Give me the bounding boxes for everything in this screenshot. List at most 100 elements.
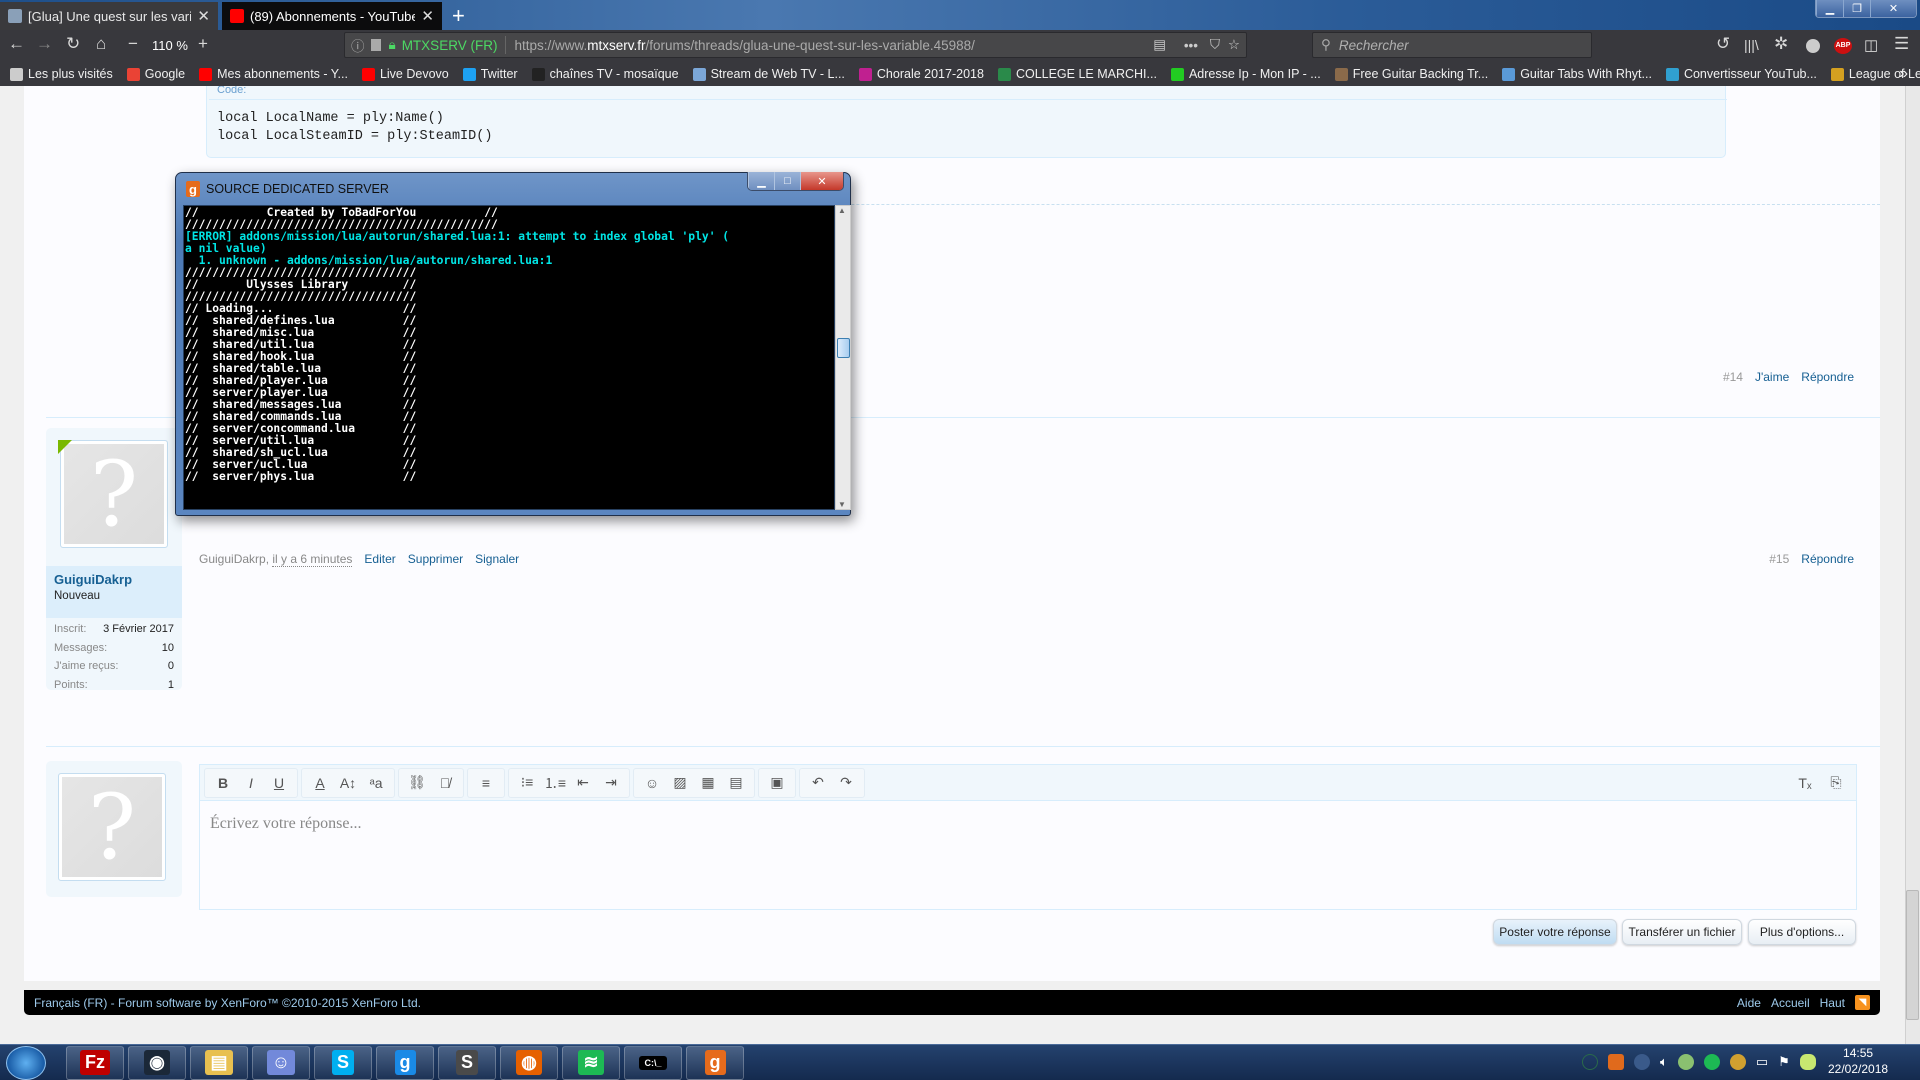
taskbar-sublime-text[interactable]: S	[438, 1045, 496, 1080]
post-reply-button[interactable]: Poster votre réponse	[1493, 919, 1617, 945]
reader-view-icon[interactable]: ▤	[1153, 37, 1166, 53]
taskbar-discord[interactable]: ☺	[252, 1045, 310, 1080]
report-link[interactable]: Signaler	[475, 552, 519, 566]
start-button[interactable]	[6, 1045, 46, 1080]
image-button[interactable]: ▨	[666, 774, 694, 791]
taskbar-steam[interactable]: ◉	[128, 1045, 186, 1080]
bookmark-item[interactable]: Mes abonnements - Y...	[199, 67, 348, 81]
post-author[interactable]: GuiguiDakrp	[199, 552, 266, 566]
app-tray-icon[interactable]	[1799, 1054, 1816, 1070]
taskbar-firefox[interactable]: ◍	[500, 1045, 558, 1080]
insert-button[interactable]: ▤	[722, 774, 750, 791]
security-icon[interactable]	[1677, 1054, 1694, 1070]
site-identity[interactable]: MTXSERV (FR)	[402, 38, 498, 53]
page-scrollbar-thumb[interactable]	[1906, 890, 1919, 1020]
edit-link[interactable]: Editer	[364, 552, 395, 566]
remove-format-button[interactable]: Tₓ	[1791, 775, 1819, 791]
info-icon[interactable]: ⓘ	[351, 35, 365, 55]
status-icon[interactable]	[1582, 1054, 1598, 1070]
close-window-button[interactable]: ✕	[800, 172, 843, 190]
bookmark-item[interactable]: Adresse Ip - Mon IP - ...	[1170, 67, 1321, 81]
console-scrollbar-thumb[interactable]	[837, 338, 850, 358]
spotify-tray-icon[interactable]	[1703, 1054, 1720, 1070]
font-size-button[interactable]: A↕	[334, 775, 362, 791]
footer-credits[interactable]: Français (FR) - Forum software by XenFor…	[34, 996, 421, 1010]
bookmark-item[interactable]: Live Devovo	[361, 67, 449, 81]
extension-icon[interactable]	[1806, 39, 1820, 53]
bookmark-item[interactable]: Google	[126, 67, 185, 81]
text-color-button[interactable]: A	[306, 775, 334, 791]
zoom-in-button[interactable]: +	[198, 34, 208, 54]
scroll-down-icon[interactable]: ▼	[838, 500, 846, 509]
adblock-plus-icon[interactable]: ABP	[1834, 38, 1852, 54]
reply-link[interactable]: Répondre	[1801, 370, 1854, 384]
taskbar-skype[interactable]: S	[314, 1045, 372, 1080]
italic-button[interactable]: I	[237, 775, 265, 791]
smiley-button[interactable]: ☺	[638, 775, 666, 791]
page-actions-icon[interactable]: •••	[1184, 38, 1198, 53]
java-icon[interactable]	[1608, 1054, 1624, 1070]
network-icon[interactable]: ▭	[1756, 1054, 1768, 1070]
bullet-list-button[interactable]: ⁝≡	[513, 774, 541, 791]
more-options-button[interactable]: Plus d'options...	[1748, 919, 1856, 945]
delete-link[interactable]: Supprimer	[408, 552, 463, 566]
bold-button[interactable]: B	[209, 775, 237, 791]
pocket-icon[interactable]: ⛉	[1210, 37, 1220, 53]
sync-icon[interactable]	[1729, 1054, 1746, 1070]
taskbar-command-prompt[interactable]: C:\_	[624, 1045, 682, 1080]
tab-youtube[interactable]: (89) Abonnements - YouTube ✕	[222, 2, 442, 30]
bookmark-item[interactable]: Free Guitar Backing Tr...	[1334, 67, 1488, 81]
save-draft-button[interactable]: ▣	[763, 774, 791, 791]
url-bar[interactable]: ⓘ 🔒︎ MTXSERV (FR) https://www. mtxserv.fr…	[344, 32, 1247, 58]
taskbar-gmod-server[interactable]: g	[686, 1045, 744, 1080]
post-number[interactable]: #15	[1769, 552, 1789, 566]
rss-icon[interactable]: ◥	[1855, 995, 1870, 1010]
bookmark-star-icon[interactable]: ☆	[1228, 37, 1240, 53]
media-button[interactable]: ▦	[694, 774, 722, 791]
unlink-button[interactable]: ⛓̸	[431, 775, 459, 791]
bookmark-item[interactable]: Stream de Web TV - L...	[692, 67, 845, 81]
forward-button[interactable]: →	[36, 34, 53, 54]
close-tab-icon[interactable]: ✕	[197, 7, 210, 25]
settings-icon[interactable]: ✲	[1774, 34, 1788, 54]
undo-button[interactable]: ↶	[804, 774, 832, 791]
bookmark-item[interactable]: chaînes TV - mosaïque	[531, 67, 679, 81]
minimize-button[interactable]: ▁	[748, 172, 774, 190]
avatar[interactable]: ?	[60, 440, 168, 548]
bookmark-item[interactable]: Guitar Tabs With Rhyt...	[1502, 67, 1652, 81]
like-link[interactable]: J'aime	[1755, 370, 1789, 384]
reply-textarea[interactable]: Écrivez votre réponse...	[210, 815, 361, 833]
sidebar-icon[interactable]: ◫	[1864, 36, 1878, 54]
lock-icon[interactable]: 🔒︎	[389, 37, 396, 53]
bookmark-item[interactable]: Chorale 2017-2018	[858, 67, 984, 81]
font-family-button[interactable]: ᵃa	[362, 775, 390, 791]
bookmark-item[interactable]: Convertisseur YouTub...	[1665, 67, 1817, 81]
underline-button[interactable]: U	[265, 775, 293, 791]
help-link[interactable]: Aide	[1737, 996, 1761, 1010]
align-button[interactable]: ≡	[472, 775, 500, 791]
taskbar-file-explorer[interactable]: ▤	[190, 1045, 248, 1080]
numbered-list-button[interactable]: ⒈≡	[541, 773, 569, 793]
post-number[interactable]: #14	[1723, 370, 1743, 384]
restore-button[interactable]: ❐	[1843, 0, 1870, 17]
indent-button[interactable]: ⇥	[597, 774, 625, 791]
reload-button[interactable]: ↻	[66, 34, 80, 54]
upload-file-button[interactable]: Transférer un fichier	[1622, 919, 1742, 945]
library-icon[interactable]: |||\	[1744, 37, 1759, 53]
minimize-button[interactable]: ▁	[1816, 0, 1843, 17]
taskbar-filezilla[interactable]: Fz	[66, 1045, 124, 1080]
home-link[interactable]: Accueil	[1771, 996, 1810, 1010]
scroll-up-icon[interactable]: ▲	[838, 206, 846, 215]
zoom-level[interactable]: 110 %	[152, 38, 188, 53]
reply-link[interactable]: Répondre	[1801, 552, 1854, 566]
volume-icon[interactable]: 🔈︎	[1660, 1054, 1668, 1070]
tab-glua-thread[interactable]: [Glua] Une quest sur les variable ✕	[0, 2, 218, 30]
post-time[interactable]: il y a 6 minutes	[272, 552, 353, 567]
outdent-button[interactable]: ⇤	[569, 774, 597, 791]
toggle-bbcode-button[interactable]: ⎘	[1822, 774, 1850, 791]
close-window-button[interactable]: ✕	[1870, 0, 1916, 17]
taskbar-clock[interactable]: 14:55 22/02/2018	[1828, 1045, 1888, 1077]
taskbar-spotify[interactable]: ≋	[562, 1045, 620, 1080]
maximize-button[interactable]: □	[774, 172, 800, 190]
bookmarks-overflow-icon[interactable]: »	[1899, 65, 1908, 83]
